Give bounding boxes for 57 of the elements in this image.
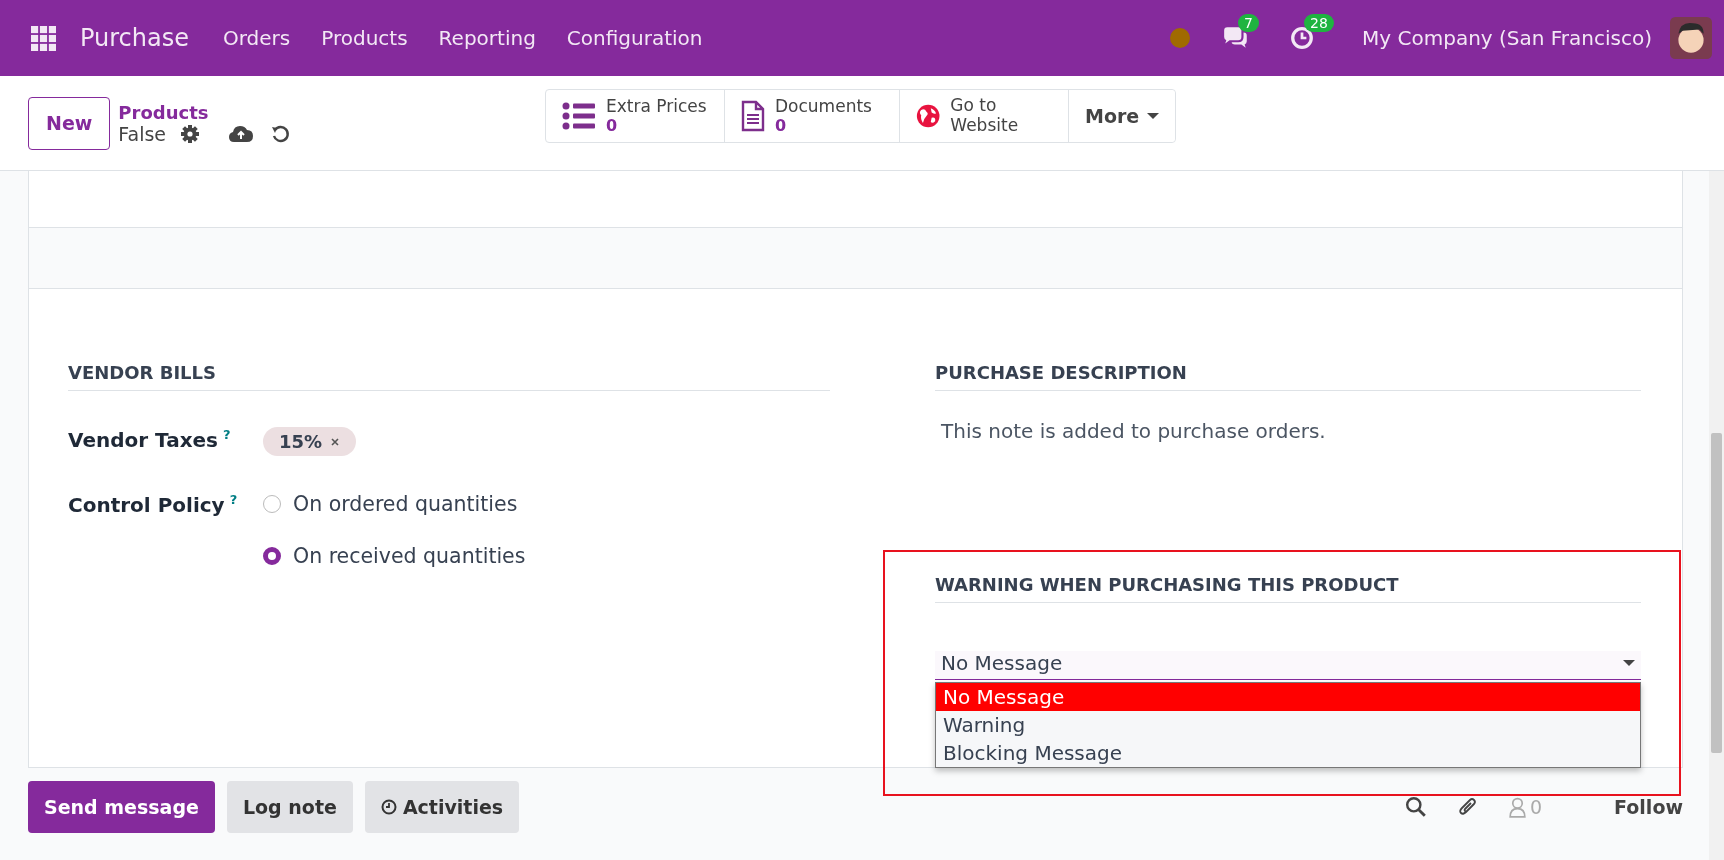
radio-label[interactable]: On received quantities: [293, 544, 526, 568]
description-field[interactable]: This note is added to purchase orders.: [935, 391, 1641, 511]
chatter-button[interactable]: Log note: [226, 781, 353, 833]
section-title: PURCHASE DESCRIPTION: [935, 362, 1641, 391]
message-count-badge: 7: [1238, 14, 1259, 32]
menu-item[interactable]: Orders: [223, 26, 291, 50]
paperclip-icon[interactable]: [1457, 796, 1479, 818]
field-label: Vendor Taxes: [68, 427, 218, 452]
follow-button[interactable]: Follow: [1614, 796, 1683, 818]
chatter-button[interactable]: Activities: [364, 781, 520, 833]
record-name: False: [118, 122, 167, 145]
chatter-button[interactable]: Send message: [28, 781, 215, 833]
menu-item[interactable]: Configuration: [566, 26, 703, 50]
clock-icon: [380, 799, 397, 815]
person-icon: [1509, 796, 1526, 818]
dropdown-option[interactable]: Blocking Message: [936, 739, 1640, 767]
document-icon: [741, 100, 765, 132]
app-name[interactable]: Purchase: [80, 24, 189, 52]
new-button[interactable]: New: [28, 96, 111, 150]
smart-button-count: 0: [606, 116, 619, 135]
help-tooltip[interactable]: ?: [223, 427, 231, 442]
section-title: WARNING WHEN PURCHASING THIS PRODUCT: [935, 574, 1641, 603]
undo-icon[interactable]: [270, 123, 291, 144]
tag-label: 15%: [279, 431, 323, 452]
user-avatar-icon[interactable]: [1670, 17, 1712, 59]
list-icon: [562, 102, 596, 130]
remove-icon[interactable]: [330, 436, 341, 447]
smart-button-count: 0: [775, 116, 788, 135]
smart-button-label: Extra Prices: [606, 97, 707, 117]
smart-button-label: Documents: [775, 97, 872, 117]
smart-button[interactable]: Go to Website: [900, 90, 1069, 142]
help-tooltip[interactable]: ?: [229, 492, 238, 507]
smart-button[interactable]: Extra Prices 0: [546, 90, 725, 142]
caret-icon: [1147, 113, 1160, 119]
smart-button-label: Go to Website: [950, 96, 1020, 136]
field-label: Control Policy: [68, 492, 225, 517]
globe-icon: [916, 102, 941, 130]
search-icon[interactable]: [1405, 796, 1427, 818]
menu-item[interactable]: Products: [321, 26, 408, 50]
cloud-upload-icon[interactable]: [228, 123, 255, 144]
breadcrumb-link[interactable]: Products: [118, 101, 291, 123]
warning-select[interactable]: No Message: [935, 651, 1641, 680]
company-switcher[interactable]: My Company (San Francisco): [1362, 26, 1652, 50]
radio-button[interactable]: [263, 547, 281, 565]
dropdown-option[interactable]: No Message: [936, 683, 1640, 711]
status-dot-icon[interactable]: [1170, 28, 1191, 48]
gear-icon[interactable]: [180, 123, 201, 144]
scrollbar[interactable]: [1709, 171, 1724, 860]
smart-button[interactable]: Documents 0: [725, 90, 900, 142]
app-grid-icon[interactable]: [31, 25, 56, 51]
caret-icon: [1623, 660, 1635, 666]
menu-item[interactable]: Reporting: [438, 26, 536, 50]
radio-label[interactable]: On ordered quantities: [293, 492, 518, 516]
section-title: VENDOR BILLS: [68, 362, 830, 391]
radio-button[interactable]: [263, 495, 281, 513]
activity-count-badge: 28: [1304, 14, 1334, 32]
dropdown-option[interactable]: Warning: [936, 711, 1640, 739]
